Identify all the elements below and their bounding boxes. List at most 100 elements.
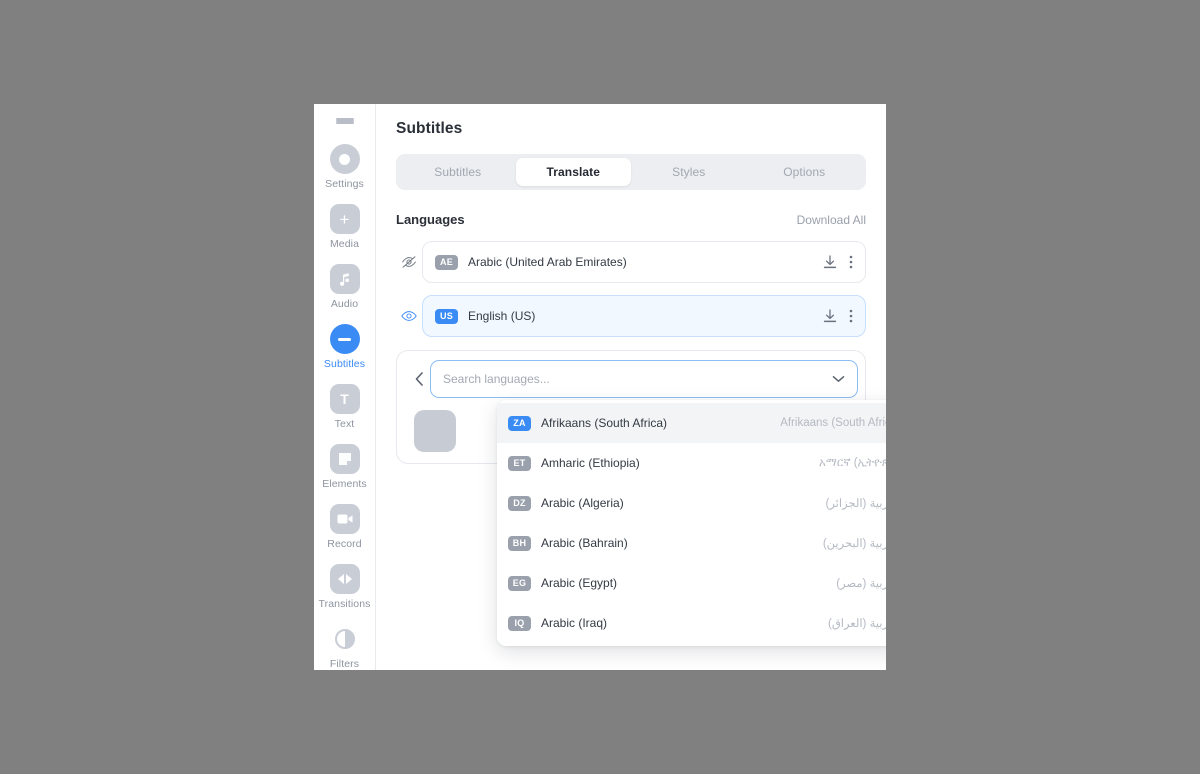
kebab-menu-icon-glyph: [849, 309, 853, 323]
option-code-badge: IQ: [508, 615, 531, 631]
download-icon[interactable]: [823, 308, 837, 324]
language-dropdown: ZA Afrikaans (South Africa) Afrikaans (Sou…: [497, 400, 886, 646]
add-language-placeholder-button[interactable]: [414, 410, 456, 452]
language-row: US English (US): [396, 295, 866, 337]
language-card[interactable]: US English (US): [422, 295, 866, 337]
download-icon[interactable]: [823, 254, 837, 270]
eye-icon-glyph: [401, 311, 417, 321]
transitions-icon: [329, 564, 360, 594]
option-native-name: العربية (مصر): [836, 578, 886, 590]
sidebar-item-filters[interactable]: Filters: [314, 624, 376, 670]
video-camera-icon: [329, 504, 360, 534]
chevron-down-icon[interactable]: [832, 375, 845, 383]
text-t-icon-glyph: T: [340, 391, 349, 407]
sidebar-nav: Settings + Media Audio Subtitles T Text Element…: [314, 144, 376, 670]
sidebar-item-label: Transitions: [318, 598, 371, 610]
plus-icon: +: [329, 204, 360, 234]
dropdown-option[interactable]: EG Arabic (Egypt) العربية (مصر): [497, 563, 886, 603]
contrast-circle-icon: [330, 624, 360, 654]
language-list: AE Arabic (United Arab Emirates) US English…: [396, 241, 866, 337]
sidebar-item-settings[interactable]: Settings: [314, 144, 376, 190]
sidebar-item-label: Settings: [325, 178, 364, 190]
sidebar-item-label: Record: [327, 538, 362, 550]
sidebar-item-label: Filters: [329, 658, 360, 670]
gear-circle-icon-inner: [339, 153, 350, 165]
option-code-badge: ET: [508, 455, 531, 471]
option-name: Arabic (Bahrain): [541, 536, 628, 550]
search-box[interactable]: [430, 360, 858, 398]
sidebar-item-label: Audio: [330, 298, 359, 310]
option-name: Afrikaans (South Africa): [541, 416, 668, 430]
option-code-badge: DZ: [508, 495, 531, 511]
language-name: English (US): [468, 309, 536, 323]
tab-label: Subtitles: [434, 165, 482, 179]
option-code-badge: BH: [508, 535, 531, 551]
dropdown-option[interactable]: IQ Arabic (Iraq) العربية (العراق): [497, 603, 886, 643]
option-name: Amharic (Ethiopia): [541, 456, 640, 470]
sidebar-item-label: Subtitles: [323, 358, 366, 370]
download-icon-glyph: [823, 308, 837, 322]
sidebar-item-record[interactable]: Record: [314, 504, 376, 550]
tab-label: Translate: [546, 165, 601, 179]
option-code-badge: EG: [508, 575, 531, 591]
option-name: Arabic (Egypt): [541, 576, 618, 590]
dropdown-option[interactable]: ZA Afrikaans (South Africa) Afrikaans (Sou…: [497, 403, 886, 443]
transitions-icon-glyph: [337, 574, 352, 584]
section-title: Languages: [396, 212, 465, 227]
plus-icon-glyph: +: [339, 209, 350, 229]
sidebar-item-transitions[interactable]: Transitions: [314, 564, 376, 610]
eye-icon[interactable]: [396, 310, 422, 322]
sidebar-item-text[interactable]: T Text: [314, 384, 376, 430]
shapes-icon: [329, 444, 360, 474]
option-native-name: العربية (البحرين): [822, 538, 886, 550]
text-t-icon: T: [329, 384, 360, 414]
search-input[interactable]: [443, 372, 832, 386]
language-card[interactable]: AE Arabic (United Arab Emirates): [422, 241, 866, 283]
page-title: Subtitles: [396, 120, 463, 137]
kebab-menu-icon-glyph: [849, 255, 853, 269]
download-all-button[interactable]: Download All: [797, 213, 866, 227]
tab-label: Options: [783, 165, 826, 179]
language-row-actions: [823, 308, 853, 324]
dropdown-option[interactable]: ET Amharic (Ethiopia) አማርኛ (ኢትዮጵያ): [497, 443, 886, 483]
tab-styles[interactable]: Styles: [631, 158, 747, 186]
language-row-actions: [823, 254, 853, 270]
chevron-left-icon[interactable]: [408, 371, 430, 387]
dropdown-option[interactable]: BH Arabic (Bahrain) العربية (البحرين): [497, 523, 886, 563]
language-search-row: [408, 360, 858, 398]
option-name: Arabic (Iraq): [541, 616, 608, 630]
dropdown-option[interactable]: DZ Arabic (Algeria) العربية (الجزائر): [497, 483, 886, 523]
hamburger-icon[interactable]: [335, 118, 354, 124]
main-panel: Subtitles Subtitles Translate Styles Option…: [376, 104, 886, 670]
kebab-menu-icon[interactable]: [849, 255, 853, 269]
music-note-icon-glyph: [340, 272, 350, 286]
eye-off-icon[interactable]: [396, 255, 422, 269]
app-window: Settings + Media Audio Subtitles T Text Element…: [314, 104, 886, 670]
sidebar-item-audio[interactable]: Audio: [314, 264, 376, 310]
download-icon-glyph: [823, 254, 837, 268]
subtitle-icon-bar: [338, 337, 351, 341]
option-native-name: العربية (الجزائر): [825, 498, 887, 510]
sidebar-item-label: Text: [334, 418, 355, 430]
sidebar-item-label: Elements: [322, 478, 367, 490]
language-code-badge: US: [435, 308, 458, 324]
option-native-name: العربية (العراق): [828, 618, 886, 630]
option-code-badge: ZA: [508, 415, 531, 431]
tab-translate[interactable]: Translate: [515, 158, 631, 186]
option-name: Arabic (Algeria): [541, 496, 624, 510]
tab-options[interactable]: Options: [747, 158, 863, 186]
tab-label: Styles: [672, 165, 706, 179]
option-native-name: አማርኛ (ኢትዮጵያ): [819, 456, 886, 469]
sidebar-item-media[interactable]: + Media: [314, 204, 376, 250]
contrast-circle-icon-glyph: [334, 629, 355, 649]
tab-subtitles[interactable]: Subtitles: [400, 158, 516, 186]
language-row: AE Arabic (United Arab Emirates): [396, 241, 866, 283]
language-dropdown-list[interactable]: ZA Afrikaans (South Africa) Afrikaans (Sou…: [497, 400, 886, 646]
video-camera-icon-glyph: [337, 514, 352, 524]
sidebar-item-elements[interactable]: Elements: [314, 444, 376, 490]
shapes-icon-glyph: [338, 453, 351, 465]
kebab-menu-icon[interactable]: [849, 309, 853, 323]
sidebar-item-label: Media: [329, 238, 360, 250]
sidebar-item-subtitles[interactable]: Subtitles: [314, 324, 376, 370]
option-native-name: Afrikaans (South Africa): [780, 417, 886, 429]
